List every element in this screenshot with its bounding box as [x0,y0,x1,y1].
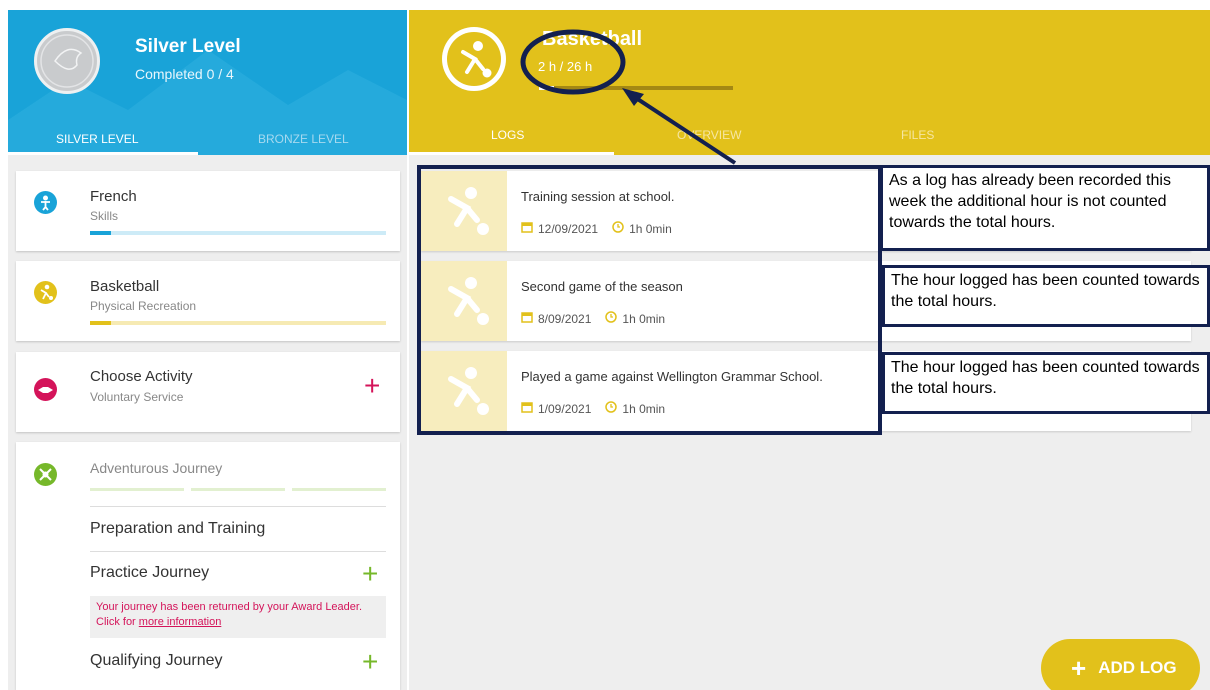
journey-returned-warning[interactable]: Your journey has been returned by your A… [90,596,386,638]
tab-silver-level[interactable]: SILVER LEVEL [56,132,139,146]
progress-fill [90,231,111,235]
level-title: Silver Level [135,36,241,57]
activity-list: French Skills Basketball Physical Recrea… [8,155,407,690]
activity-progress-bar [90,321,386,325]
tab-files[interactable]: FILES [901,128,934,142]
progress-fill [90,321,111,325]
activity-title: French [90,188,137,205]
level-progress-text: Completed 0 / 4 [135,66,234,82]
activity-card-adventurous-journey: Adventurous Journey Preparation and Trai… [16,442,400,690]
plus-icon[interactable]: + [364,372,380,400]
basketball-player-icon [34,281,57,304]
plus-icon: + [1071,653,1087,683]
add-log-label: ADD LOG [1098,658,1177,677]
progress-fill [539,86,554,90]
add-log-button[interactable]: + ADD LOG [1041,639,1200,690]
activity-section: Skills [90,209,119,223]
compass-icon [34,463,57,486]
activity-card-french[interactable]: French Skills [16,171,400,251]
activity-title: Basketball [90,278,160,295]
journey-item-label: Practice Journey [90,564,210,581]
plus-icon[interactable]: + [362,648,378,676]
warning-text: Your journey has been returned by your A… [96,601,363,628]
journey-item-preparation[interactable]: Preparation and Training [90,506,386,551]
activity-section: Voluntary Service [90,390,184,404]
annotation-note: The hour logged has been counted towards… [882,265,1210,327]
annotation-highlight-box [417,165,882,435]
activity-card-basketball[interactable]: Basketball Physical Recreation [16,261,400,341]
handshake-icon [34,378,57,401]
annotation-note: As a log has already been recorded this … [880,165,1210,251]
journey-item-practice[interactable]: Practice Journey + [90,551,386,596]
tab-logs[interactable]: LOGS [491,128,524,142]
activity-header: Basketball 2 h / 26 h LOGS OVERVIEW FILE… [409,10,1210,155]
plus-icon[interactable]: + [362,560,378,588]
activity-title: Adventurous Journey [90,460,223,476]
level-header: Silver Level Completed 0 / 4 SILVER LEVE… [8,10,407,155]
journey-item-label: Qualifying Journey [90,652,223,669]
journey-item-qualifying[interactable]: Qualifying Journey + [90,638,386,690]
activity-hours-progress [539,86,733,90]
activity-title: Choose Activity [90,368,193,385]
tab-overview[interactable]: OVERVIEW [677,128,741,142]
basketball-player-icon [442,27,506,91]
silver-medal-icon [34,28,100,94]
activity-card-voluntary-service[interactable]: Choose Activity Voluntary Service + [16,352,400,432]
activity-progress-bar [90,231,386,235]
activity-section: Physical Recreation [90,299,197,313]
tab-bronze-level[interactable]: BRONZE LEVEL [258,132,349,146]
more-information-link[interactable]: more information [139,616,222,628]
annotation-note: The hour logged has been counted towards… [882,352,1210,414]
skills-icon [34,191,57,214]
activity-hours: 2 h / 26 h [538,59,593,74]
journey-item-label: Preparation and Training [90,520,266,537]
activity-title: Basketball [542,28,643,50]
